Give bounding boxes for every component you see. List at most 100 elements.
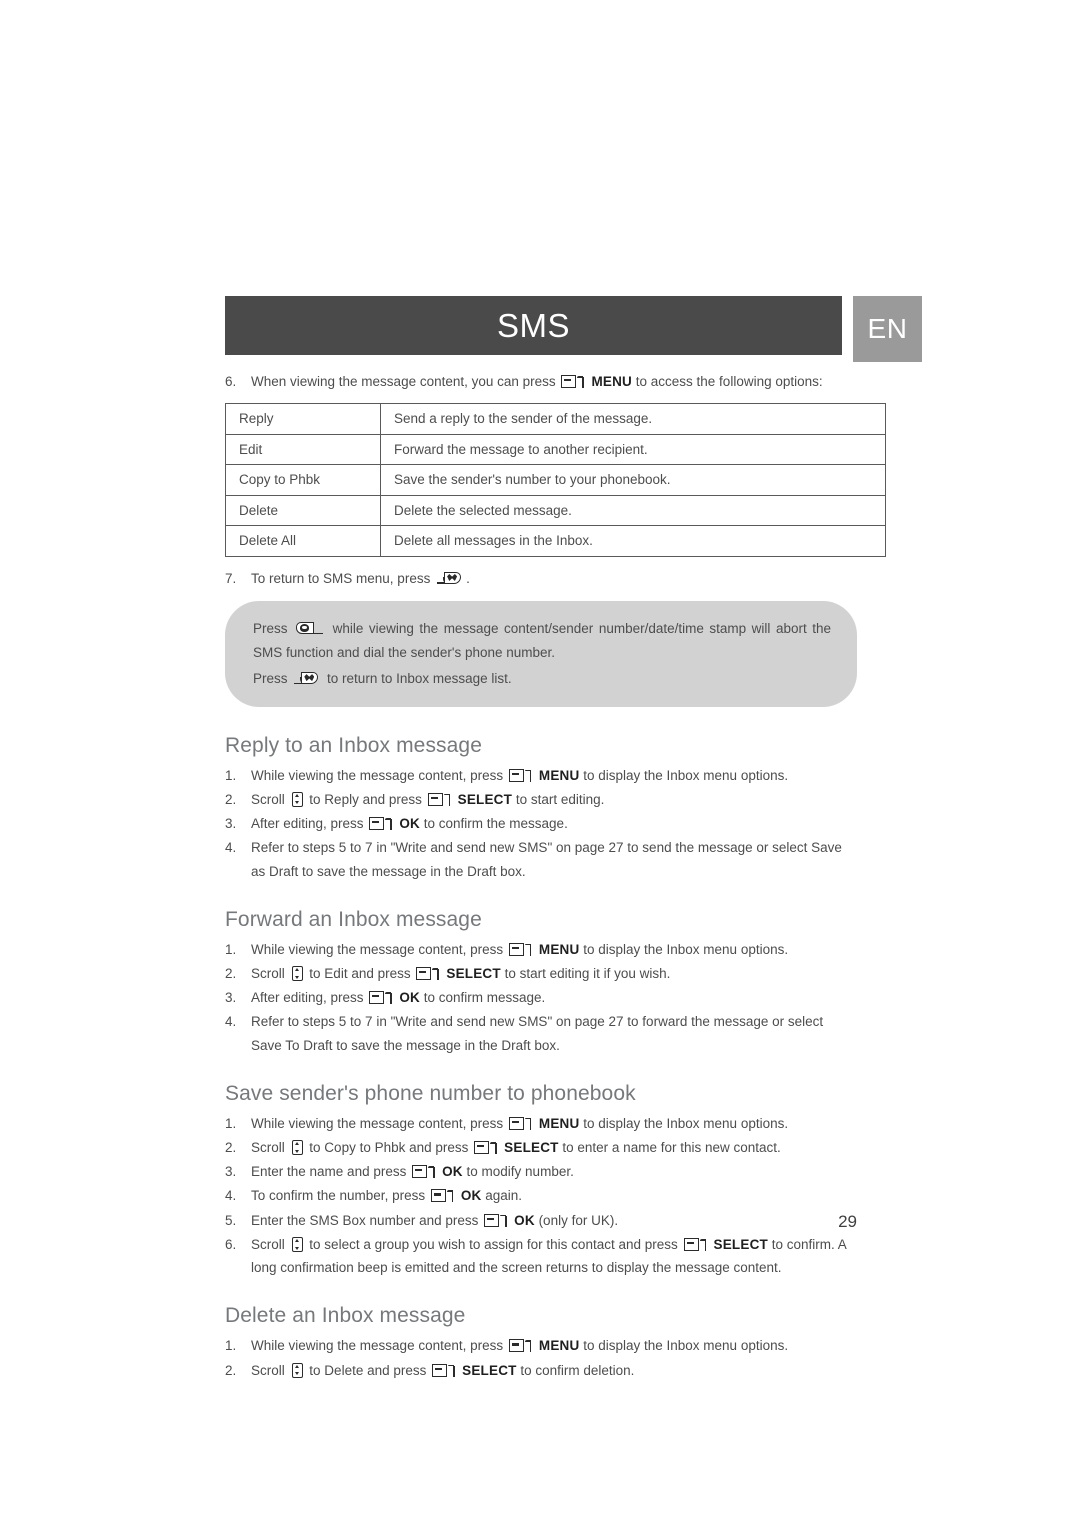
return-step: 7. To return to SMS menu, press .	[225, 567, 857, 590]
softkey-group: MENU	[507, 1116, 580, 1131]
softkey-group: SELECT	[430, 1363, 516, 1378]
option-description-cell: Send a reply to the sender of the messag…	[380, 403, 886, 435]
page-title: SMS	[496, 306, 570, 344]
step-number: 4.	[225, 1188, 237, 1204]
note-line-2-before: Press	[253, 671, 288, 687]
step-item: 2. Scroll to Delete and press SELECT to c…	[225, 1359, 857, 1382]
option-name-cell: Reply	[225, 403, 381, 435]
step-number: 2.	[225, 1362, 237, 1378]
softkey-label: OK	[460, 1188, 482, 1204]
step-text: to Edit and press	[309, 965, 411, 981]
manual-page: SMS EN 6. When viewing the message conte…	[0, 0, 1080, 1528]
step-text: After editing, press	[251, 816, 364, 832]
step-number: 1.	[225, 1115, 237, 1131]
section-heading: Forward an Inbox message	[225, 907, 482, 931]
softkey-group: SELECT	[472, 1140, 558, 1155]
scroll-updown-icon	[291, 1236, 303, 1252]
step-text: to confirm the message.	[423, 816, 568, 832]
softkey-label: OK	[399, 816, 420, 832]
intro-step-text-after: to access the following options:	[635, 374, 823, 389]
softkey-icon	[561, 375, 587, 389]
step-text: again.	[485, 1188, 523, 1204]
softkey-icon	[369, 991, 395, 1005]
step-text: to start editing it if you wish.	[504, 965, 671, 981]
step-item: 2. Scroll to Reply and press SELECT to st…	[225, 788, 857, 811]
step-number: 1.	[225, 1338, 237, 1354]
option-description-cell: Save the sender's number to your phonebo…	[380, 464, 886, 496]
language-badge-label: EN	[867, 313, 908, 344]
softkey-label: OK	[399, 990, 420, 1006]
step-item: 4. To confirm the number, press OK again.	[225, 1184, 857, 1207]
step-item: 6. Scroll to select a group you wish to a…	[225, 1233, 857, 1279]
return-step-body: To return to SMS menu, press .	[251, 567, 857, 590]
step-number: 3.	[225, 990, 237, 1006]
intro-step-key-label: MENU	[591, 374, 632, 389]
softkey-label: SELECT	[457, 791, 513, 807]
hangup-key-icon	[437, 571, 462, 587]
softkey-label: OK	[442, 1164, 463, 1180]
table-row: Edit Forward the message to another recip…	[225, 433, 886, 466]
note-line-2-after: to return to Inbox message list.	[327, 671, 512, 687]
step-text: to enter a name for this new contact.	[562, 1140, 781, 1156]
softkey-group: OK	[429, 1188, 482, 1203]
step-text: Refer to steps 5 to 7 in "Write and send…	[251, 1014, 824, 1053]
option-description-cell: Delete all messages in the Inbox.	[380, 525, 886, 557]
return-step-text-after: .	[466, 570, 470, 586]
step-body: Scroll to Edit and press SELECT to start…	[251, 962, 857, 985]
softkey-label: MENU	[538, 767, 580, 783]
step-text: While viewing the message content, press	[251, 941, 504, 957]
step-number: 3.	[225, 1164, 237, 1180]
softkey-group: SELECT	[426, 792, 512, 807]
intro-step-text-before: When viewing the message content, you ca…	[251, 374, 556, 389]
step-body: While viewing the message content, press…	[251, 938, 857, 961]
section-heading: Reply to an Inbox message	[225, 733, 482, 757]
option-name-cell: Delete All	[225, 525, 381, 557]
step-item: 2. Scroll to Copy to Phbk and press SELEC…	[225, 1136, 857, 1159]
step-number: 2.	[225, 1140, 237, 1156]
step-body: To confirm the number, press OK again.	[251, 1184, 857, 1207]
step-body: Scroll to Reply and press SELECT to star…	[251, 788, 857, 811]
step-text: to display the Inbox menu options.	[583, 941, 789, 957]
softkey-label: SELECT	[446, 965, 501, 981]
note-callout: Press while viewing the message content/…	[225, 601, 857, 707]
intro-step: 6. When viewing the message content, you…	[225, 370, 857, 393]
step-item: 1. While viewing the message content, pre…	[225, 1112, 857, 1135]
softkey-label: MENU	[538, 1115, 580, 1131]
note-line-1-after: while viewing the message content/sender…	[253, 621, 831, 660]
section-steps: 1. While viewing the message content, pre…	[225, 1334, 857, 1381]
step-body: Refer to steps 5 to 7 in "Write and send…	[251, 1010, 857, 1056]
step-text: to display the Inbox menu options.	[583, 1338, 789, 1354]
step-item: 3. After editing, press OK to confirm the…	[225, 812, 857, 835]
softkey-icon	[508, 1116, 535, 1131]
table-row: Delete Delete the selected message.	[225, 494, 886, 527]
language-badge: EN	[853, 296, 922, 362]
step-text: to Copy to Phbk and press	[309, 1140, 469, 1156]
table-row: Copy to Phbk Save the sender's number to …	[225, 464, 886, 496]
softkey-icon	[369, 817, 395, 831]
softkey-icon	[416, 966, 442, 981]
step-item: 4. Refer to steps 5 to 7 in "Write and se…	[225, 836, 857, 882]
step-text: to select a group you wish to assign for…	[309, 1236, 678, 1252]
step-number: 1.	[225, 767, 237, 783]
step-number: 2.	[225, 791, 237, 807]
step-text: to Delete and press	[309, 1362, 427, 1378]
step-body: After editing, press OK to confirm messa…	[251, 986, 857, 1009]
softkey-icon	[508, 768, 535, 783]
option-name-cell: Delete	[225, 494, 381, 527]
scroll-updown-icon	[291, 791, 303, 807]
softkey-label: MENU	[538, 1338, 580, 1354]
step-text: Scroll	[251, 1140, 285, 1156]
return-step-text-before: To return to SMS menu, press	[251, 570, 431, 586]
note-line-1-before: Press	[253, 621, 288, 637]
step-number: 1.	[225, 941, 237, 957]
options-table: Reply Send a reply to the sender of the m…	[225, 403, 886, 557]
softkey-icon	[412, 1165, 438, 1179]
section-steps: 1. While viewing the message content, pre…	[225, 938, 857, 1057]
section-steps: 1. While viewing the message content, pre…	[225, 1112, 857, 1280]
softkey-group: SELECT	[682, 1237, 768, 1252]
section-heading: Delete an Inbox message	[225, 1304, 466, 1328]
options-table-body: Reply Send a reply to the sender of the m…	[225, 403, 886, 557]
step-text: Refer to steps 5 to 7 in "Write and send…	[251, 840, 842, 879]
option-description-cell: Forward the message to another recipient…	[380, 433, 886, 466]
step-body: While viewing the message content, press…	[251, 1334, 857, 1357]
